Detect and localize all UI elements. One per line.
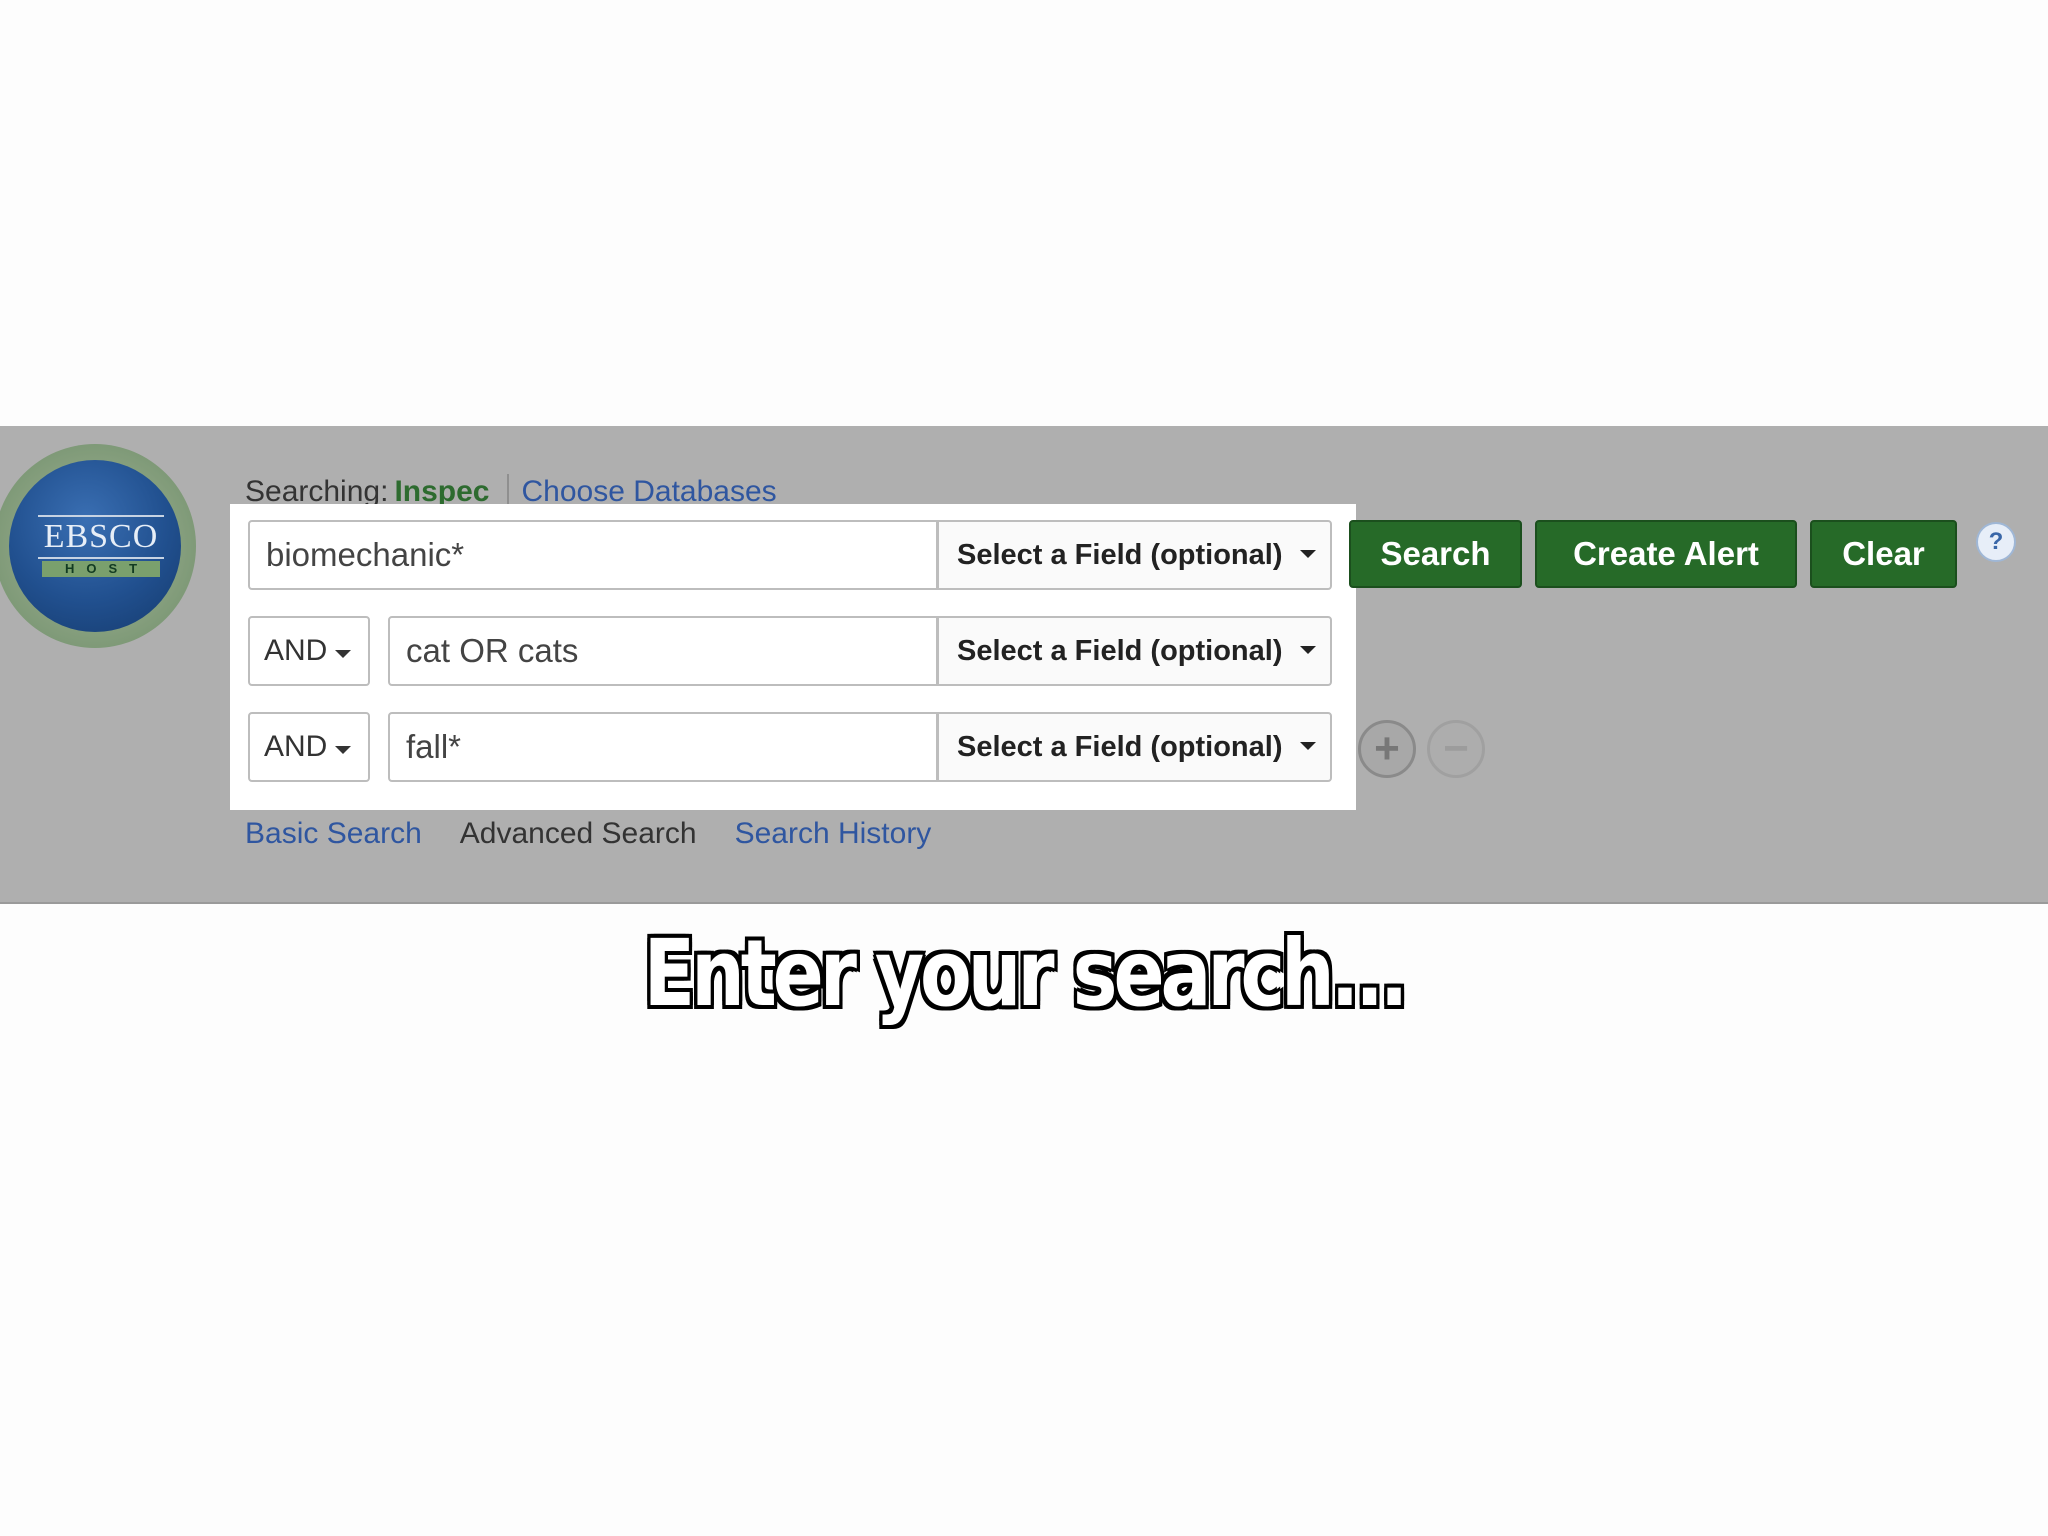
- page: EBSCO HOST Searching: Inspec Choose Data…: [0, 0, 2048, 1536]
- boolean-operator-select[interactable]: AND: [248, 616, 370, 686]
- help-icon[interactable]: ?: [1976, 522, 2016, 562]
- chevron-down-icon: [1300, 742, 1316, 750]
- search-row: biomechanic* Select a Field (optional): [248, 520, 1332, 590]
- search-row: AND fall* Select a Field (optional): [248, 712, 1332, 782]
- logo-subtext: HOST: [42, 561, 160, 577]
- create-alert-button[interactable]: Create Alert: [1535, 520, 1797, 588]
- clear-button[interactable]: Clear: [1810, 520, 1957, 588]
- field-select-label: Select a Field (optional): [957, 634, 1283, 667]
- boolean-operator-select[interactable]: AND: [248, 712, 370, 782]
- search-row: AND cat OR cats Select a Field (optional…: [248, 616, 1332, 686]
- search-panel: biomechanic* Select a Field (optional) A…: [230, 504, 1356, 810]
- field-select[interactable]: Select a Field (optional): [938, 520, 1332, 590]
- ebsco-host-logo[interactable]: EBSCO HOST: [0, 444, 196, 648]
- search-history-link[interactable]: Search History: [735, 817, 932, 851]
- field-select-label: Select a Field (optional): [957, 538, 1283, 571]
- caption-text: Enter your search...: [643, 920, 1409, 1027]
- chevron-down-icon: [1300, 646, 1316, 654]
- field-select[interactable]: Select a Field (optional): [938, 712, 1332, 782]
- field-select[interactable]: Select a Field (optional): [938, 616, 1332, 686]
- chevron-down-icon: [1300, 550, 1316, 558]
- chevron-down-icon: [335, 746, 352, 754]
- logo-text: EBSCO: [37, 515, 165, 559]
- chevron-down-icon: [335, 650, 352, 658]
- operator-label: AND: [264, 730, 328, 763]
- search-mode-links: Basic Search Advanced Search Search Hist…: [245, 814, 969, 854]
- search-term-input[interactable]: biomechanic*: [248, 520, 938, 590]
- basic-search-link[interactable]: Basic Search: [245, 817, 422, 851]
- search-term-input[interactable]: cat OR cats: [388, 616, 938, 686]
- logo-disc: EBSCO HOST: [9, 460, 181, 632]
- remove-row-button[interactable]: −: [1427, 720, 1485, 778]
- search-term-input[interactable]: fall*: [388, 712, 938, 782]
- advanced-search-link[interactable]: Advanced Search: [460, 817, 697, 851]
- field-select-label: Select a Field (optional): [957, 730, 1283, 763]
- search-button[interactable]: Search: [1349, 520, 1522, 588]
- operator-label: AND: [264, 634, 328, 667]
- add-row-button[interactable]: +: [1358, 720, 1416, 778]
